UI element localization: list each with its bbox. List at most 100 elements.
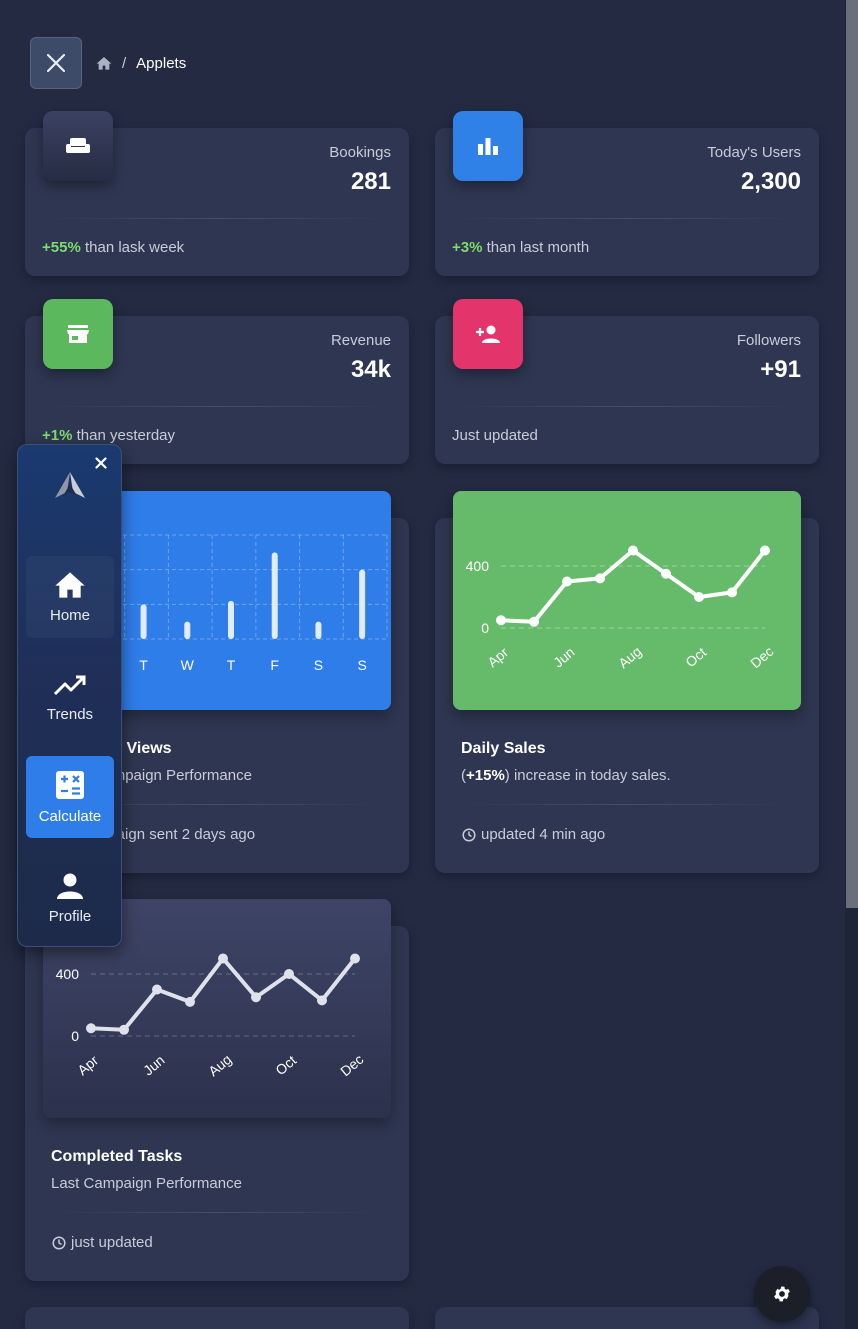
- person-icon: [57, 873, 83, 899]
- x-tick-label: S: [314, 657, 323, 673]
- bar: [271, 552, 278, 639]
- stat-footer: +3% than last month: [452, 239, 590, 256]
- stat-icon-box: [43, 111, 113, 181]
- chart-title: Daily Sales: [461, 740, 546, 757]
- divider: [43, 406, 391, 407]
- data-point: [694, 592, 704, 602]
- series-line: [90, 956, 357, 1032]
- line-chart-svg: 0 400 Apr Jun Aug Oct Dec: [466, 545, 776, 671]
- nav-item-profile[interactable]: Profile: [26, 857, 114, 939]
- x-tick-label: Aug: [615, 643, 644, 671]
- nav-item-label: Calculate: [38, 807, 102, 825]
- person-add-icon: [476, 325, 500, 343]
- nav-item-label: Home: [49, 606, 90, 624]
- data-point: [185, 996, 195, 1007]
- stat-footer: +1% than yesterday: [42, 427, 176, 444]
- x-tick-label: Dec: [747, 643, 776, 671]
- trending-up-icon: [53, 675, 86, 695]
- settings-button[interactable]: [754, 1266, 810, 1322]
- data-point: [727, 587, 737, 598]
- nav-item-label: Profile: [48, 907, 92, 925]
- divider: [43, 218, 391, 219]
- divider: [461, 804, 793, 805]
- stat-label: Followers: [736, 332, 801, 349]
- x-tick-label: Oct: [272, 1052, 299, 1078]
- x-tick-label: S: [357, 657, 366, 673]
- breadcrumb: / Applets: [96, 53, 186, 73]
- data-point: [562, 576, 572, 587]
- scrollbar-thumb[interactable]: [846, 0, 858, 908]
- y-tick-label: 400: [466, 558, 490, 574]
- stat-label: Revenue: [330, 332, 391, 349]
- home-icon: [55, 571, 85, 598]
- side-navigation: Home Trends Calculate Profile: [17, 444, 122, 947]
- clock-icon: [462, 827, 476, 842]
- stat-label: Bookings: [329, 144, 391, 161]
- chart-footer: updated 4 min ago: [462, 826, 605, 843]
- data-point: [152, 984, 162, 995]
- bar: [140, 604, 147, 639]
- chart-footer: just updated: [52, 1234, 153, 1251]
- x-tick-label: W: [181, 657, 195, 673]
- data-point: [350, 953, 360, 964]
- bar: [359, 569, 366, 639]
- x-tick-label: F: [270, 657, 279, 673]
- chart-subtitle: Last Campaign Performance: [51, 1175, 242, 1192]
- stat-label: Today's Users: [707, 144, 801, 161]
- data-point: [529, 616, 539, 627]
- nav-item-label: Trends: [46, 705, 94, 723]
- chart-subtitle: (+15%) increase in today sales.: [461, 767, 671, 784]
- brand-logo-icon[interactable]: [53, 470, 87, 500]
- stat-footer: +55% than lask week: [42, 239, 185, 256]
- x-tick-label: Apr: [484, 644, 511, 670]
- close-icon: [46, 53, 66, 73]
- clock-icon: [52, 1235, 66, 1250]
- divider: [453, 218, 801, 219]
- data-point: [218, 953, 228, 964]
- gear-icon: [774, 1286, 790, 1302]
- bar-chart-icon: [478, 138, 498, 155]
- x-tick-label: Aug: [205, 1051, 234, 1079]
- stat-icon-box: [453, 111, 523, 181]
- data-point: [661, 568, 671, 579]
- data-point: [496, 615, 506, 626]
- x-tick-label: T: [139, 657, 148, 673]
- divider: [51, 1212, 383, 1213]
- data-point: [251, 992, 261, 1003]
- data-point: [317, 995, 327, 1006]
- stat-value: 2,300: [740, 168, 801, 195]
- x-tick-label: Oct: [682, 644, 709, 670]
- nav-item-calculate[interactable]: Calculate: [26, 756, 114, 838]
- data-point: [119, 1024, 129, 1035]
- x-tick-label: Jun: [140, 1052, 168, 1079]
- breadcrumb-separator: /: [122, 54, 127, 72]
- nav-item-trends[interactable]: Trends: [26, 657, 114, 739]
- bar: [315, 621, 322, 639]
- y-tick-label: 400: [56, 966, 80, 982]
- bar: [184, 621, 191, 639]
- chart-title: Completed Tasks: [51, 1148, 183, 1165]
- data-point: [760, 545, 770, 556]
- divider: [453, 406, 801, 407]
- stat-icon-box: [43, 299, 113, 369]
- stat-value: +91: [760, 356, 801, 383]
- x-tick-label: Apr: [74, 1052, 101, 1078]
- sofa-icon: [66, 138, 90, 153]
- x-tick-label: Dec: [337, 1051, 366, 1079]
- stat-footer: Just updated: [452, 427, 538, 444]
- nav-item-home[interactable]: Home: [26, 556, 114, 638]
- store-icon: [67, 325, 89, 343]
- data-point: [284, 969, 294, 979]
- x-tick-label: Jun: [550, 644, 578, 671]
- home-icon[interactable]: [96, 56, 112, 70]
- close-sidenav-icon[interactable]: [95, 457, 107, 469]
- data-point: [595, 573, 605, 584]
- series-line: [500, 548, 767, 624]
- line-chart-daily-sales: 0 400 Apr Jun Aug Oct Dec: [453, 491, 801, 710]
- y-tick-label: 0: [481, 620, 489, 636]
- x-tick-label: T: [227, 657, 236, 673]
- partial-card-left: [25, 1307, 409, 1329]
- close-button[interactable]: [30, 37, 82, 89]
- data-point: [86, 1023, 96, 1034]
- y-tick-label: 0: [71, 1028, 79, 1044]
